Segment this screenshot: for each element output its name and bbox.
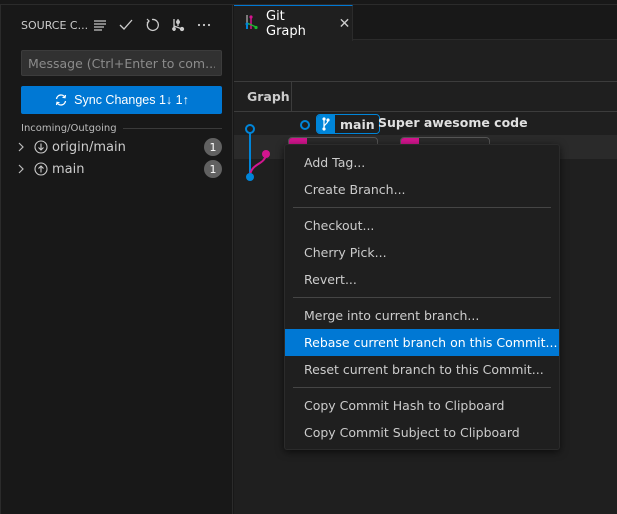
source-control-sidebar: SOURCE C... Sync Changes 1↓ 1↑ Incomin: [0, 5, 233, 514]
refresh-icon[interactable]: [139, 15, 165, 35]
menu-item-copy-subject[interactable]: Copy Commit Subject to Clipboard: [285, 419, 559, 446]
graph-node-base: [246, 173, 254, 181]
count-badge: 1: [204, 160, 222, 178]
commit-table-header: Graph: [234, 81, 617, 112]
graph-node-head: [245, 124, 255, 134]
branch-ref-label: main: [335, 115, 379, 133]
menu-item-merge[interactable]: Merge into current branch...: [285, 302, 559, 329]
count-badge: 1: [204, 138, 222, 156]
menu-item-create-branch[interactable]: Create Branch...: [285, 176, 559, 203]
tab-bar: Git Graph ✕: [234, 5, 617, 41]
commit-checkmark-icon[interactable]: [113, 15, 139, 35]
tab-label: Git Graph: [266, 8, 306, 39]
git-graph-icon[interactable]: [165, 15, 191, 35]
outgoing-arrow-up-icon: [33, 161, 49, 177]
tree-item-main[interactable]: main 1: [1, 158, 233, 180]
chevron-right-icon[interactable]: [17, 142, 31, 152]
branch-ref-main[interactable]: main: [316, 114, 380, 134]
branch-icon: [317, 115, 335, 133]
menu-separator: [293, 207, 551, 208]
sync-changes-button[interactable]: Sync Changes 1↓ 1↑: [21, 86, 222, 114]
menu-item-copy-hash[interactable]: Copy Commit Hash to Clipboard: [285, 392, 559, 419]
tree-item-label: origin/main: [52, 139, 126, 155]
commit-context-menu: Add Tag... Create Branch... Checkout... …: [284, 144, 560, 450]
menu-item-reset[interactable]: Reset current branch to this Commit...: [285, 356, 559, 383]
commit-message-input[interactable]: [21, 50, 222, 76]
git-graph-tab-icon: [244, 14, 258, 34]
tab-git-graph[interactable]: Git Graph ✕: [234, 5, 353, 41]
sync-icon: [56, 94, 67, 106]
menu-item-checkout[interactable]: Checkout...: [285, 212, 559, 239]
menu-separator: [293, 387, 551, 388]
vscode-window: SOURCE C... Sync Changes 1↓ 1↑ Incomin: [0, 0, 617, 514]
menu-item-add-tag[interactable]: Add Tag...: [285, 149, 559, 176]
sync-changes-label: Sync Changes 1↓ 1↑: [74, 93, 189, 107]
view-as-list-icon[interactable]: [87, 15, 113, 35]
tree-item-label: main: [52, 161, 85, 177]
incoming-arrow-down-icon: [33, 139, 49, 155]
sidebar-header: SOURCE C...: [21, 15, 231, 35]
commit-marker: [300, 120, 310, 130]
graph-node-branch: [262, 150, 270, 158]
more-actions-icon[interactable]: [191, 15, 217, 35]
column-header-graph[interactable]: Graph: [234, 82, 292, 111]
menu-item-revert[interactable]: Revert...: [285, 266, 559, 293]
menu-item-rebase[interactable]: Rebase current branch on this Commit...: [285, 329, 559, 356]
tree-item-origin-main[interactable]: origin/main 1: [1, 136, 233, 158]
incoming-outgoing-section-header[interactable]: Incoming/Outgoing: [21, 121, 222, 135]
graph-line-branch: [249, 154, 267, 176]
section-title-label: Incoming/Outgoing: [21, 122, 117, 134]
menu-item-cherry-pick[interactable]: Cherry Pick...: [285, 239, 559, 266]
chevron-right-icon[interactable]: [17, 164, 31, 174]
sidebar-title: SOURCE C...: [21, 18, 89, 32]
section-divider: [122, 127, 222, 129]
menu-separator: [293, 297, 551, 298]
commit-message: Super awesome code: [378, 115, 528, 130]
close-icon[interactable]: ✕: [337, 16, 352, 32]
